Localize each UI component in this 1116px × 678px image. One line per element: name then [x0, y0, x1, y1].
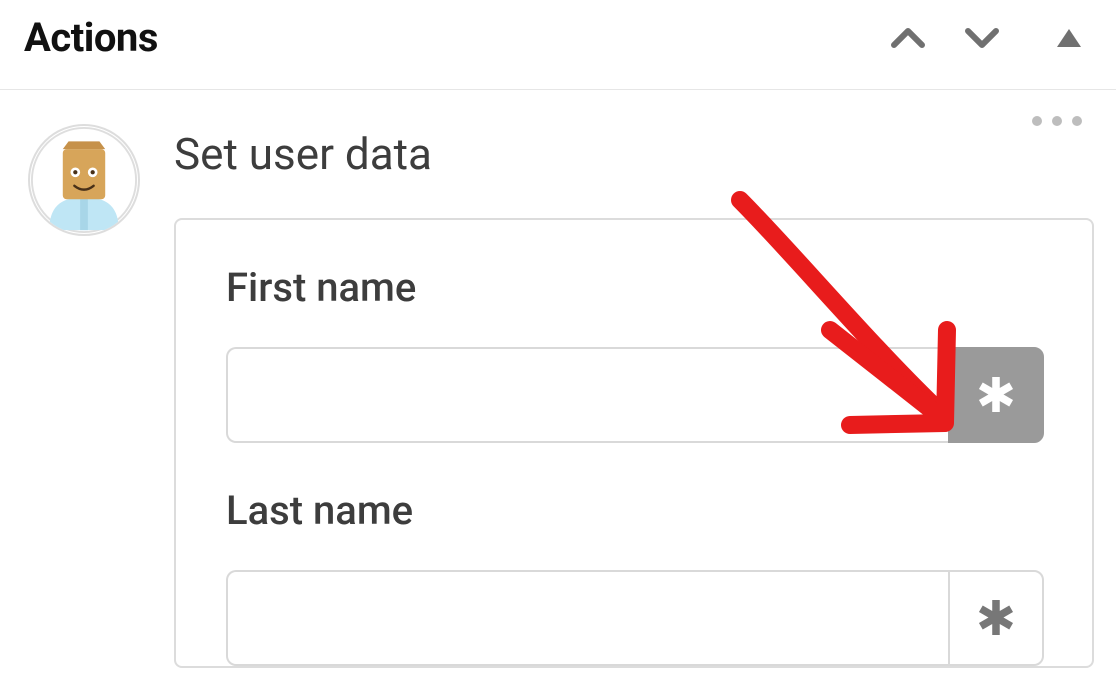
asterisk-icon: ✱: [976, 590, 1016, 647]
action-title: Set user data: [174, 128, 1094, 180]
actions-header: Actions: [0, 0, 1116, 90]
fields-panel: First name ✱ Last name ✱: [174, 218, 1094, 668]
first-name-row: ✱: [226, 347, 1044, 443]
user-avatar: [28, 124, 140, 236]
first-name-label: First name: [226, 264, 1044, 311]
asterisk-icon: ✱: [976, 367, 1016, 424]
first-name-input[interactable]: [226, 347, 948, 443]
chevron-down-icon[interactable]: [960, 16, 1004, 60]
actions-title: Actions: [24, 14, 158, 61]
header-controls: [886, 16, 1092, 60]
avatar-wrap: [28, 124, 148, 668]
last-name-asterisk-button[interactable]: ✱: [948, 570, 1044, 666]
dot-icon: [1032, 116, 1042, 126]
triangle-up-icon[interactable]: [1054, 23, 1084, 53]
dot-icon: [1072, 116, 1082, 126]
last-name-row: ✱: [226, 570, 1044, 666]
dot-icon: [1052, 116, 1062, 126]
chevron-up-icon[interactable]: [886, 16, 930, 60]
ellipsis-icon[interactable]: [1032, 116, 1082, 126]
last-name-input[interactable]: [226, 570, 948, 666]
action-section: Set user data First name ✱ Last name ✱: [148, 124, 1094, 668]
last-name-label: Last name: [226, 487, 1044, 534]
first-name-asterisk-button[interactable]: ✱: [948, 347, 1044, 443]
action-block: Set user data First name ✱ Last name ✱: [0, 90, 1116, 668]
